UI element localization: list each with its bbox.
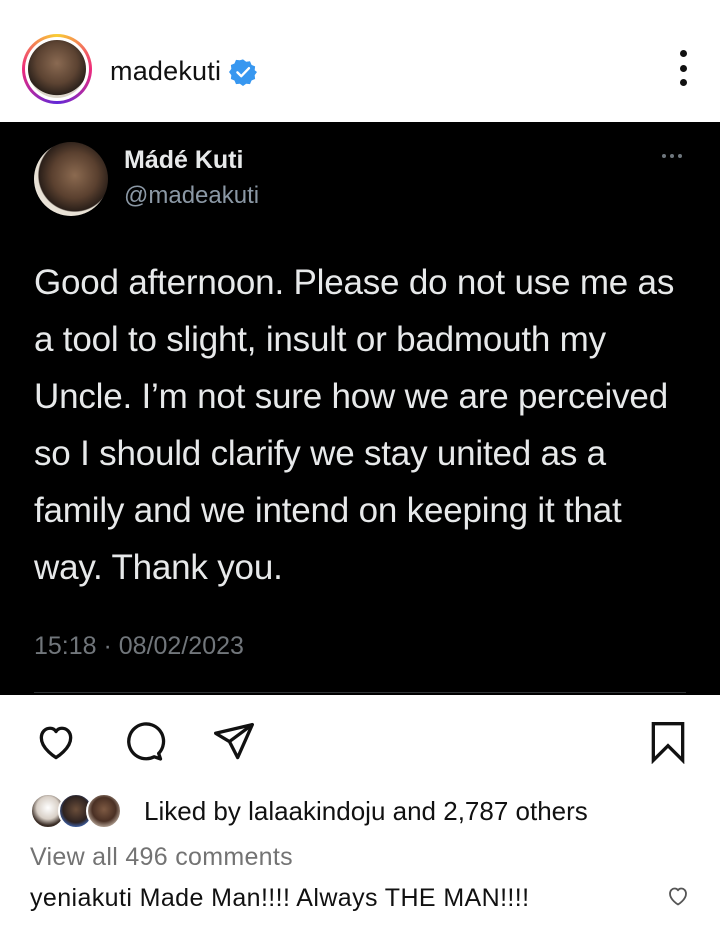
more-options-icon[interactable] — [676, 50, 690, 86]
liker-avatars — [30, 793, 130, 829]
tweet-text: Good afternoon. Please do not use me as … — [34, 263, 675, 587]
action-bar — [0, 695, 720, 790]
comment-icon[interactable] — [122, 720, 166, 764]
tweet-more-icon — [662, 154, 682, 158]
tweet-timestamp: 15:18 · 08/02/2023 — [34, 632, 244, 660]
post-header: madekuti — [0, 0, 720, 122]
tweet-divider — [34, 692, 686, 693]
tweet-card: Mádé Kuti @madeakuti Good afternoon. Ple… — [0, 122, 720, 695]
liker-username[interactable]: lalaakindoju — [248, 796, 385, 826]
liker-avatar — [86, 793, 122, 829]
post-username[interactable]: madekuti — [110, 56, 221, 87]
comment-username[interactable]: yeniakuti — [30, 884, 132, 912]
tweet-avatar — [34, 142, 108, 216]
comment-text: Made Man!!!! Always THE MAN!!!! — [139, 884, 530, 912]
share-icon[interactable] — [212, 720, 256, 764]
tweet-display-name: Mádé Kuti — [124, 146, 244, 174]
profile-avatar[interactable] — [22, 34, 92, 104]
likes-count[interactable]: 2,787 others — [443, 796, 588, 826]
view-all-comments-link[interactable]: View all 496 comments — [30, 843, 293, 872]
bookmark-icon[interactable] — [646, 720, 690, 765]
likes-row[interactable]: Liked by lalaakindoju and 2,787 others — [30, 790, 588, 832]
comment-like-icon[interactable] — [666, 884, 690, 908]
username-row: madekuti — [110, 56, 258, 87]
comment-item: yeniakuti Made Man!!!! Always THE MAN!!!… — [30, 884, 529, 913]
likes-text: Liked by lalaakindoju and 2,787 others — [144, 795, 588, 826]
verified-badge-icon — [229, 58, 258, 86]
heart-icon[interactable] — [34, 720, 78, 764]
tweet-handle: @madeakuti — [124, 182, 260, 209]
